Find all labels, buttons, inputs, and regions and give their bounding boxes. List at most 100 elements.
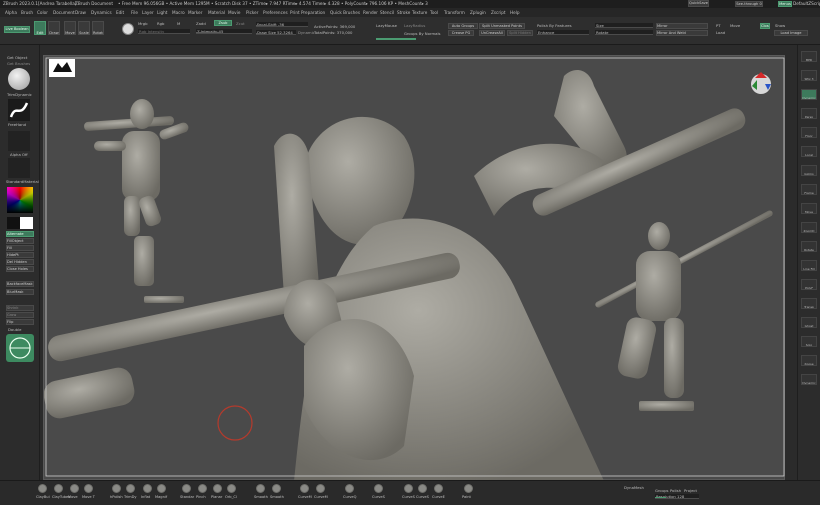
polish-toggle[interactable]: Polish: [670, 488, 681, 493]
load-image-button[interactable]: Load Image: [774, 30, 808, 36]
brush-curvee-icon[interactable]: [434, 484, 443, 493]
mirror-and-weld-button[interactable]: Mirror And Weld: [656, 30, 708, 36]
seethrough-slider[interactable]: See-through 0: [735, 1, 763, 7]
draw-size-slider[interactable]: Draw Size 52.3264: [256, 30, 296, 35]
alpha-preview-icon[interactable]: [8, 131, 30, 151]
right-button-gizmo[interactable]: Gizmo: [801, 165, 817, 176]
menu-draw[interactable]: Draw: [75, 8, 86, 17]
grow-button[interactable]: Grow: [6, 312, 34, 318]
right-button-dynamic[interactable]: Dynamic: [801, 89, 817, 100]
menu-alpha[interactable]: Alpha: [5, 8, 17, 17]
menu-marker[interactable]: Marker: [188, 8, 202, 17]
menu-layer[interactable]: Layer: [142, 8, 154, 17]
brush-standar-icon[interactable]: [182, 484, 191, 493]
load-button[interactable]: Load: [716, 30, 725, 35]
project-toggle[interactable]: Project: [684, 488, 697, 493]
menu-picker[interactable]: Picker: [246, 8, 258, 17]
brush-curveq-icon[interactable]: [345, 484, 354, 493]
menu-help[interactable]: Help: [510, 8, 520, 17]
groups-by-normals-button[interactable]: Groups By Normals: [404, 31, 441, 36]
menu-color[interactable]: Color: [37, 8, 48, 17]
right-button-spix-3[interactable]: SPix 3: [801, 70, 817, 81]
menu-zscript[interactable]: Zscript: [491, 8, 506, 17]
dynamesh-button[interactable]: DynaMesh: [624, 485, 644, 490]
menu-texture[interactable]: Texture: [412, 8, 427, 17]
mirror-button[interactable]: Mirror: [656, 23, 708, 29]
quicksave-button[interactable]: QuickSave: [688, 0, 709, 7]
menu-document[interactable]: Document: [53, 8, 75, 17]
z-intensity-slider[interactable]: Z Intensity 45: [196, 29, 252, 34]
right-button-move[interactable]: Move: [801, 203, 817, 214]
auto-groups-button[interactable]: Auto Groups: [448, 23, 478, 29]
menu-edit[interactable]: Edit: [116, 8, 124, 17]
move-button[interactable]: Move: [64, 21, 76, 35]
brush-inflat-icon[interactable]: [143, 484, 152, 493]
menu-preferences[interactable]: Preferences: [263, 8, 288, 17]
double-label[interactable]: Double: [8, 327, 21, 332]
edit-button[interactable]: Edit: [34, 21, 46, 35]
brush-preview-icon[interactable]: [8, 68, 30, 90]
menu-light[interactable]: Light: [157, 8, 167, 17]
rgb-button[interactable]: Rgb: [157, 21, 164, 26]
blur-mask-button[interactable]: BlurMask: [6, 289, 34, 295]
right-button-floor[interactable]: Floor: [801, 127, 817, 138]
gyro-navigator-icon[interactable]: [6, 334, 34, 362]
brush-curves-icon[interactable]: [418, 484, 427, 493]
rotate-button[interactable]: Rotate: [92, 21, 104, 35]
fill-button[interactable]: Fill: [6, 245, 34, 251]
get-object-label[interactable]: Get Object: [7, 55, 27, 60]
right-button-polyf[interactable]: PolyF: [801, 279, 817, 290]
texture-preview-icon[interactable]: [8, 158, 30, 178]
menu-material[interactable]: Material: [208, 8, 225, 17]
polish-by-features-button[interactable]: Polish By Features: [537, 23, 572, 28]
uncrease-all-button[interactable]: UnCreaseAll: [479, 30, 505, 36]
menu-render[interactable]: Render: [363, 8, 378, 17]
draw-button[interactable]: Draw: [48, 21, 60, 35]
brush-move-icon[interactable]: [70, 484, 79, 493]
brush-claytubes-icon[interactable]: [54, 484, 63, 493]
brush-curvem-icon[interactable]: [316, 484, 325, 493]
menu-file[interactable]: File: [131, 8, 138, 17]
menu-macro[interactable]: Macro: [172, 8, 185, 17]
brush-orb-cl-icon[interactable]: [227, 484, 236, 493]
brush-curves-icon[interactable]: [404, 484, 413, 493]
groups-toggle[interactable]: Groups: [655, 488, 669, 493]
rotate-slider[interactable]: Rotate: [595, 30, 653, 35]
backface-mask-button[interactable]: BackfaceMask: [6, 281, 34, 287]
brush-hpolish-icon[interactable]: [112, 484, 121, 493]
mrgb-button[interactable]: Mrgb: [138, 21, 148, 26]
split-unmasked-button[interactable]: Split Unmasked Points: [479, 23, 525, 29]
brush-smooth-icon[interactable]: [272, 484, 281, 493]
right-button-bpr[interactable]: BPR: [801, 51, 817, 62]
brush-curves-icon[interactable]: [374, 484, 383, 493]
menu-stroke[interactable]: Stroke: [397, 8, 410, 17]
menu-stencil[interactable]: Stencil: [380, 8, 394, 17]
shrink-button[interactable]: Shrink: [6, 305, 34, 311]
menu-transform[interactable]: Transform: [444, 8, 465, 17]
menu-quick-brushes[interactable]: Quick Brushes: [330, 8, 360, 17]
close-holes-button[interactable]: Close Holes: [6, 266, 34, 272]
alternate-button[interactable]: Alternate: [6, 231, 34, 237]
menu-zplugin[interactable]: Zplugin: [470, 8, 486, 17]
brush-trimdy-icon[interactable]: [126, 484, 135, 493]
brush-smooth-icon[interactable]: [256, 484, 265, 493]
size-slider[interactable]: Size: [595, 23, 653, 28]
fill-object-button[interactable]: FillObject: [6, 238, 34, 244]
primary-color-swatch[interactable]: [7, 217, 20, 229]
zcut-button[interactable]: Zcut: [236, 21, 245, 26]
focal-shift-slider[interactable]: Focal Shift -36: [256, 22, 308, 27]
get-brush-label[interactable]: Get Brushes: [7, 61, 30, 66]
default-zscript[interactable]: DefaultZScript: [793, 0, 820, 8]
color-picker[interactable]: [7, 187, 33, 213]
right-button-xpose[interactable]: Xpose: [801, 355, 817, 366]
lazyradius-slider[interactable]: LazyRadius: [404, 23, 425, 28]
right-button-local[interactable]: Local: [801, 146, 817, 157]
brush-pinch-icon[interactable]: [198, 484, 207, 493]
menu-movie[interactable]: Movie: [228, 8, 240, 17]
right-button-frame[interactable]: Frame: [801, 184, 817, 195]
right-button-persp[interactable]: Persp: [801, 108, 817, 119]
brush-magnif-icon[interactable]: [157, 484, 166, 493]
del-hidden-button[interactable]: Del Hidden: [6, 259, 34, 265]
resolution-slider[interactable]: Resolution 128: [655, 494, 699, 499]
enhance-slider[interactable]: Enhance: [537, 30, 589, 35]
